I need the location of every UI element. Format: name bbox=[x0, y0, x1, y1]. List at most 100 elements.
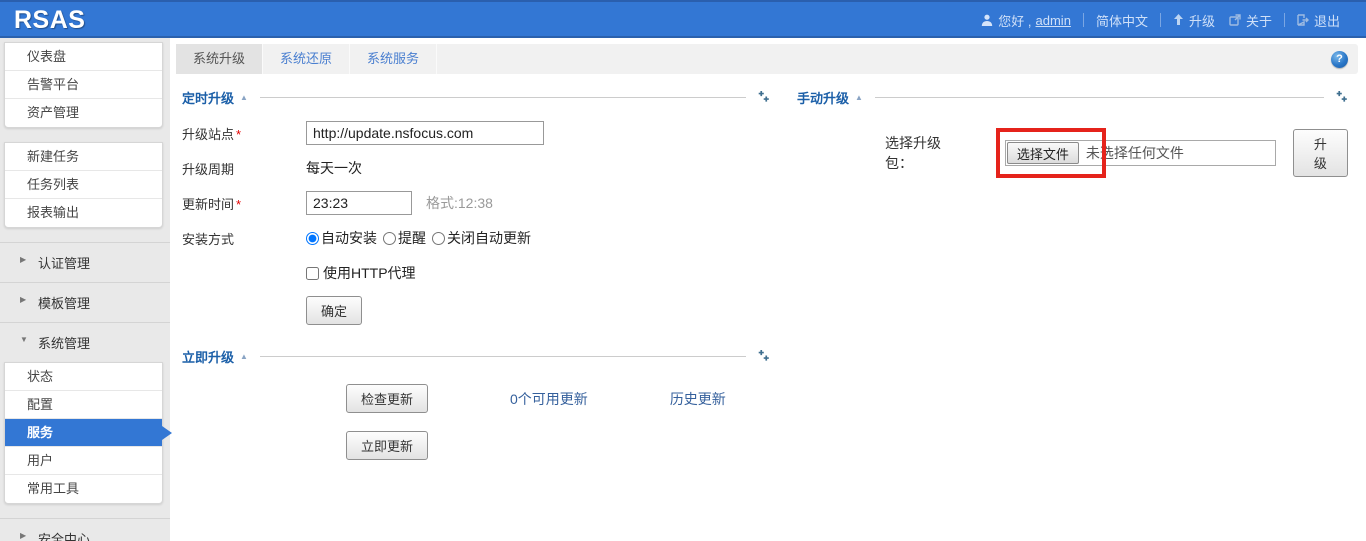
tab-system-restore[interactable]: 系统还原 bbox=[263, 44, 350, 74]
section-title: 手动升级 bbox=[797, 88, 849, 107]
sidebar-item-report-output[interactable]: 报表输出 bbox=[5, 199, 162, 227]
upgrade-site-input[interactable] bbox=[306, 121, 544, 145]
available-updates-text: 0个可用更新 bbox=[510, 389, 588, 409]
sidebar-item-alert-platform[interactable]: 告警平台 bbox=[5, 71, 162, 99]
sidebar-item-asset-management[interactable]: 资产管理 bbox=[5, 99, 162, 127]
sidebar-item-common-tools[interactable]: 常用工具 bbox=[5, 475, 162, 503]
upgrade-cycle-row: 升级周期 每天一次 bbox=[182, 156, 770, 180]
scheduled-upgrade-header: 定时升级 ▲ bbox=[182, 88, 770, 107]
section-divider bbox=[260, 97, 746, 98]
select-package-label: 选择升级包： bbox=[885, 133, 967, 173]
sidebar-group-system-submenu: 状态 配置 服务 用户 常用工具 bbox=[4, 362, 163, 504]
install-mode-label: 安装方式 bbox=[182, 229, 306, 248]
about-icon bbox=[1229, 14, 1241, 26]
tab-strip: 系统升级 系统还原 系统服务 ? bbox=[176, 44, 1358, 74]
confirm-row: 确定 bbox=[306, 296, 770, 325]
tab-system-service[interactable]: 系统服务 bbox=[350, 44, 437, 74]
sidebar-group-tasks: 新建任务 任务列表 报表输出 bbox=[4, 142, 163, 228]
sidebar: 仪表盘 告警平台 资产管理 新建任务 任务列表 报表输出 ▶ 认证管理 ▶ 模板… bbox=[0, 38, 170, 541]
chevron-down-icon: ▼ bbox=[20, 335, 28, 344]
upgrade-link-label: 升级 bbox=[1189, 11, 1215, 30]
sidebar-item-new-task[interactable]: 新建任务 bbox=[5, 143, 162, 171]
logout-icon bbox=[1297, 14, 1309, 26]
http-proxy-row: 使用HTTP代理 bbox=[306, 261, 770, 285]
required-asterisk: * bbox=[236, 127, 241, 142]
upgrade-site-label: 升级站点* bbox=[182, 124, 306, 143]
http-proxy-checkbox[interactable] bbox=[306, 267, 319, 280]
manual-upgrade-panel: 手动升级 ▲ 选择升级包： 选择文件 未选择任何文件 升级 bbox=[797, 88, 1348, 460]
sidebar-item-dashboard[interactable]: 仪表盘 bbox=[5, 43, 162, 71]
upgrade-button[interactable]: 升级 bbox=[1293, 129, 1348, 177]
upload-arrow-icon bbox=[1173, 14, 1184, 26]
update-time-row: 更新时间* 格式:12:38 bbox=[182, 191, 770, 215]
topbar: RSAS 您好 , admin 简体中文 升级 关于 bbox=[0, 0, 1366, 38]
http-proxy-label[interactable]: 使用HTTP代理 bbox=[323, 263, 416, 283]
upgrade-site-row: 升级站点* bbox=[182, 121, 770, 145]
radio-remind-label[interactable]: 提醒 bbox=[398, 228, 426, 248]
immediate-upgrade-header: 立即升级 ▲ bbox=[182, 347, 770, 366]
username-link[interactable]: admin bbox=[1036, 13, 1071, 28]
drag-handle-icon[interactable] bbox=[756, 350, 770, 363]
file-input[interactable]: 选择文件 未选择任何文件 bbox=[1005, 140, 1276, 166]
collapse-caret-icon[interactable]: ▲ bbox=[855, 93, 863, 102]
chevron-right-icon: ▶ bbox=[20, 531, 26, 540]
select-package-row: 选择升级包： 选择文件 未选择任何文件 升级 bbox=[797, 129, 1348, 177]
collapse-caret-icon[interactable]: ▲ bbox=[240, 93, 248, 102]
logout-link-label: 退出 bbox=[1314, 11, 1340, 30]
no-file-selected-text: 未选择任何文件 bbox=[1086, 143, 1184, 163]
sidebar-section-security-center[interactable]: ▶ 安全中心 bbox=[0, 518, 170, 541]
sidebar-section-label: 系统管理 bbox=[38, 336, 90, 351]
radio-disable-auto-update-label[interactable]: 关闭自动更新 bbox=[447, 228, 531, 248]
upgrade-cycle-value: 每天一次 bbox=[306, 158, 362, 178]
sidebar-item-status[interactable]: 状态 bbox=[5, 363, 162, 391]
about-link[interactable]: 关于 bbox=[1227, 11, 1284, 30]
confirm-button[interactable]: 确定 bbox=[306, 296, 362, 325]
sidebar-item-task-list[interactable]: 任务列表 bbox=[5, 171, 162, 199]
section-divider bbox=[260, 356, 746, 357]
section-divider bbox=[875, 97, 1324, 98]
sidebar-section-label: 模板管理 bbox=[38, 296, 90, 311]
sidebar-section-auth-management[interactable]: ▶ 认证管理 bbox=[0, 242, 170, 282]
topbar-nav: 您好 , admin 简体中文 升级 关于 退出 bbox=[969, 11, 1352, 30]
sidebar-item-config[interactable]: 配置 bbox=[5, 391, 162, 419]
upgrade-cycle-label: 升级周期 bbox=[182, 159, 306, 178]
sidebar-section-template-management[interactable]: ▶ 模板管理 bbox=[0, 282, 170, 322]
chevron-right-icon: ▶ bbox=[20, 295, 26, 304]
time-format-hint: 格式:12:38 bbox=[426, 193, 493, 213]
radio-auto-install[interactable] bbox=[306, 232, 319, 245]
radio-auto-install-label[interactable]: 自动安装 bbox=[321, 228, 377, 248]
sidebar-group-dashboard: 仪表盘 告警平台 资产管理 bbox=[4, 42, 163, 128]
chevron-right-icon: ▶ bbox=[20, 255, 26, 264]
app-logo: RSAS bbox=[14, 6, 85, 35]
install-mode-row: 安装方式 自动安装 提醒 关闭自动更新 bbox=[182, 226, 770, 250]
update-time-input[interactable] bbox=[306, 191, 412, 215]
logout-link[interactable]: 退出 bbox=[1285, 11, 1352, 30]
drag-handle-icon[interactable] bbox=[756, 91, 770, 104]
update-now-button[interactable]: 立即更新 bbox=[346, 431, 428, 460]
section-title: 定时升级 bbox=[182, 88, 234, 107]
collapse-caret-icon[interactable]: ▲ bbox=[240, 352, 248, 361]
drag-handle-icon[interactable] bbox=[1334, 91, 1348, 104]
sidebar-section-system-management[interactable]: ▼ 系统管理 bbox=[0, 322, 170, 362]
user-icon bbox=[981, 14, 993, 26]
choose-file-button[interactable]: 选择文件 bbox=[1007, 142, 1079, 164]
radio-remind[interactable] bbox=[383, 232, 396, 245]
check-update-button[interactable]: 检查更新 bbox=[346, 384, 428, 413]
upgrade-link[interactable]: 升级 bbox=[1161, 11, 1227, 30]
greeting-text: 您好 , bbox=[998, 11, 1031, 30]
sidebar-section-label: 安全中心 bbox=[38, 532, 90, 541]
sidebar-item-service[interactable]: 服务 bbox=[5, 419, 162, 447]
manual-upgrade-header: 手动升级 ▲ bbox=[797, 88, 1348, 107]
sidebar-item-users[interactable]: 用户 bbox=[5, 447, 162, 475]
main-content: 系统升级 系统还原 系统服务 ? 定时升级 ▲ 升级站点* bbox=[170, 38, 1366, 541]
about-link-label: 关于 bbox=[1246, 11, 1272, 30]
tab-system-upgrade[interactable]: 系统升级 bbox=[176, 44, 263, 74]
language-link[interactable]: 简体中文 bbox=[1096, 11, 1148, 30]
user-greeting: 您好 , admin bbox=[969, 11, 1083, 30]
help-icon[interactable]: ? bbox=[1331, 51, 1348, 68]
history-updates-link[interactable]: 历史更新 bbox=[670, 389, 726, 409]
scheduled-upgrade-panel: 定时升级 ▲ 升级站点* 升级周期 每天一次 更新时间* bbox=[182, 88, 770, 460]
required-asterisk: * bbox=[236, 197, 241, 212]
update-now-row: 立即更新 bbox=[182, 431, 770, 460]
radio-disable-auto-update[interactable] bbox=[432, 232, 445, 245]
